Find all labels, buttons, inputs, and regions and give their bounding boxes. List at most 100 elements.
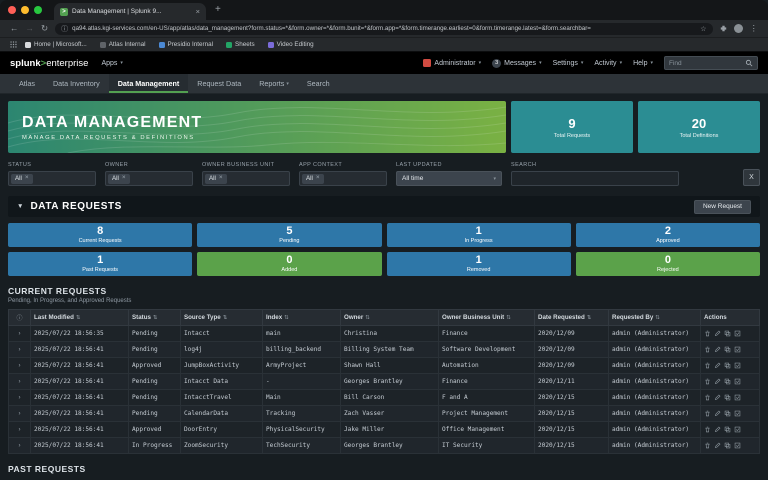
sort-icon[interactable]: ⇅ xyxy=(365,315,370,321)
nav-item-data-inventory[interactable]: Data Inventory xyxy=(44,74,109,93)
sort-icon[interactable]: ⇅ xyxy=(223,315,228,321)
copy-icon[interactable] xyxy=(724,442,731,449)
expand-row-button[interactable]: › xyxy=(9,406,31,422)
profile-avatar-icon[interactable] xyxy=(734,24,743,33)
expand-row-button[interactable]: › xyxy=(9,374,31,390)
messages-menu[interactable]: 3 Messages ▾ xyxy=(492,59,541,68)
stat-tile-past-requests[interactable]: 1Past Requests xyxy=(8,252,192,276)
apps-menu[interactable]: Apps ▾ xyxy=(101,60,122,67)
sort-icon[interactable]: ⇅ xyxy=(655,315,660,321)
find-search-input[interactable]: Find xyxy=(664,56,758,70)
help-menu[interactable]: Help ▾ xyxy=(633,60,653,67)
approve-icon[interactable] xyxy=(734,410,741,417)
delete-icon[interactable] xyxy=(704,330,711,337)
remove-chip-icon[interactable]: × xyxy=(122,175,126,182)
nav-item-search[interactable]: Search xyxy=(298,74,339,93)
copy-icon[interactable] xyxy=(724,410,731,417)
copy-icon[interactable] xyxy=(724,346,731,353)
delete-icon[interactable] xyxy=(704,378,711,385)
edit-icon[interactable] xyxy=(714,410,721,417)
delete-icon[interactable] xyxy=(704,394,711,401)
column-header-last-modified[interactable]: Last Modified⇅ xyxy=(31,310,129,326)
apps-grid-icon[interactable] xyxy=(10,41,17,48)
filter-multiselect[interactable]: All× xyxy=(105,171,193,186)
filter-multiselect[interactable]: All× xyxy=(202,171,290,186)
bookmark-item-video-editing[interactable]: Video Editing xyxy=(268,41,314,48)
edit-icon[interactable] xyxy=(714,442,721,449)
browser-menu-icon[interactable]: ⋮ xyxy=(750,24,759,33)
column-header-date-requested[interactable]: Date Requested⇅ xyxy=(535,310,609,326)
remove-chip-icon[interactable]: × xyxy=(316,175,320,182)
minimize-window-button[interactable] xyxy=(21,6,29,14)
edit-icon[interactable] xyxy=(714,330,721,337)
expand-row-button[interactable]: › xyxy=(9,342,31,358)
filter-chip[interactable]: All× xyxy=(205,174,227,184)
browser-tab[interactable]: > Data Management | Splunk 9... × xyxy=(54,3,206,20)
site-info-icon[interactable]: ⓘ xyxy=(61,24,68,34)
sort-icon[interactable]: ⇅ xyxy=(506,315,511,321)
delete-icon[interactable] xyxy=(704,410,711,417)
column-header-index[interactable]: Index⇅ xyxy=(263,310,341,326)
collapse-section-icon[interactable]: ▼ xyxy=(17,203,23,210)
filter-chip[interactable]: All× xyxy=(108,174,130,184)
sort-icon[interactable]: ⇅ xyxy=(153,315,158,321)
copy-icon[interactable] xyxy=(724,394,731,401)
remove-chip-icon[interactable]: × xyxy=(25,175,29,182)
approve-icon[interactable] xyxy=(734,394,741,401)
nav-item-atlas[interactable]: Atlas xyxy=(10,74,44,93)
activity-menu[interactable]: Activity ▾ xyxy=(594,60,622,67)
column-header-actions[interactable]: Actions xyxy=(701,310,760,326)
column-header-requested-by[interactable]: Requested By⇅ xyxy=(609,310,701,326)
submit-search-button[interactable]: X xyxy=(743,169,760,186)
approve-icon[interactable] xyxy=(734,330,741,337)
sort-icon[interactable]: ⇅ xyxy=(284,315,289,321)
close-tab-icon[interactable]: × xyxy=(196,7,200,16)
edit-icon[interactable] xyxy=(714,378,721,385)
column-header-owner[interactable]: Owner⇅ xyxy=(341,310,439,326)
new-tab-button[interactable]: + xyxy=(215,5,221,15)
nav-item-data-management[interactable]: Data Management xyxy=(109,74,189,93)
delete-icon[interactable] xyxy=(704,362,711,369)
edit-icon[interactable] xyxy=(714,346,721,353)
nav-item-reports[interactable]: Reports▾ xyxy=(250,74,298,93)
stat-tile-rejected[interactable]: 0Rejected xyxy=(576,252,760,276)
filter-chip[interactable]: All× xyxy=(302,174,324,184)
stat-tile-in-progress[interactable]: 1In Progress xyxy=(387,223,571,247)
administrator-menu[interactable]: Administrator ▾ xyxy=(423,59,481,67)
delete-icon[interactable] xyxy=(704,442,711,449)
filter-chip[interactable]: All× xyxy=(11,174,33,184)
expand-row-button[interactable]: › xyxy=(9,390,31,406)
copy-icon[interactable] xyxy=(724,330,731,337)
copy-icon[interactable] xyxy=(724,426,731,433)
stat-tile-approved[interactable]: 2Approved xyxy=(576,223,760,247)
maximize-window-button[interactable] xyxy=(34,6,42,14)
remove-chip-icon[interactable]: × xyxy=(219,175,223,182)
delete-icon[interactable] xyxy=(704,346,711,353)
bookmark-item-atlas-internal[interactable]: Atlas Internal xyxy=(100,41,146,48)
approve-icon[interactable] xyxy=(734,346,741,353)
bookmark-star-icon[interactable]: ☆ xyxy=(700,25,706,33)
copy-icon[interactable] xyxy=(724,362,731,369)
stat-tile-removed[interactable]: 1Removed xyxy=(387,252,571,276)
settings-menu[interactable]: Settings ▾ xyxy=(553,60,584,67)
expand-row-button[interactable]: › xyxy=(9,358,31,374)
reload-icon[interactable]: ↻ xyxy=(41,24,48,33)
expand-row-button[interactable]: › xyxy=(9,326,31,342)
edit-icon[interactable] xyxy=(714,426,721,433)
edit-icon[interactable] xyxy=(714,362,721,369)
stat-tile-pending[interactable]: 5Pending xyxy=(197,223,381,247)
address-bar[interactable]: ⓘ qa94.atlas.kgi-services.com/en-US/app/… xyxy=(55,23,712,35)
column-header-status[interactable]: Status⇅ xyxy=(129,310,181,326)
stat-tile-added[interactable]: 0Added xyxy=(197,252,381,276)
copy-icon[interactable] xyxy=(724,378,731,385)
approve-icon[interactable] xyxy=(734,442,741,449)
nav-item-request-data[interactable]: Request Data xyxy=(188,74,250,93)
back-icon[interactable]: ← xyxy=(10,24,19,33)
bookmark-item-presidio-internal[interactable]: Presidio Internal xyxy=(159,41,214,48)
close-window-button[interactable] xyxy=(8,6,16,14)
approve-icon[interactable] xyxy=(734,426,741,433)
expand-row-button[interactable]: › xyxy=(9,438,31,454)
column-header-owner-business-unit[interactable]: Owner Business Unit⇅ xyxy=(439,310,535,326)
approve-icon[interactable] xyxy=(734,378,741,385)
bookmark-item-sheets[interactable]: Sheets xyxy=(226,41,255,48)
